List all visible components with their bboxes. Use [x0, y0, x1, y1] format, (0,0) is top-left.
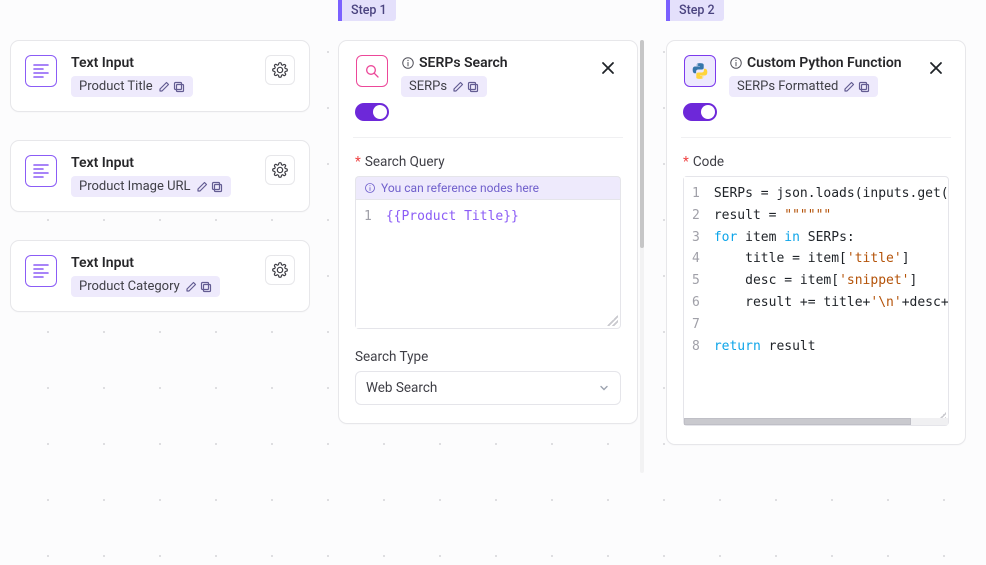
node-title: Text Input	[71, 55, 251, 71]
code-editor[interactable]: 12345678 SERPs = json.loads(inputs.get( …	[683, 176, 949, 426]
close-icon	[928, 60, 944, 76]
text-input-card-image-url[interactable]: Text Input Product Image URL	[10, 140, 310, 212]
node-title: Text Input	[71, 255, 251, 271]
scrollbar-thumb[interactable]	[684, 418, 911, 425]
close-icon	[600, 60, 616, 76]
copy-icon[interactable]	[200, 281, 212, 293]
horizontal-scrollbar[interactable]	[684, 418, 948, 425]
editor-hint: You can reference nodes here	[355, 176, 621, 199]
node-title: Custom Python Function	[729, 55, 911, 71]
field-label-code: *Code	[683, 154, 949, 170]
line-gutter: 1	[356, 200, 378, 328]
inputs-column: Text Input Product Title Text Input	[10, 0, 310, 473]
scrollbar-thumb[interactable]	[640, 40, 644, 248]
python-function-card[interactable]: Custom Python Function SERPs Formatted	[666, 40, 966, 445]
settings-button[interactable]	[265, 155, 295, 185]
step-tag: Step 1	[338, 0, 396, 21]
settings-button[interactable]	[265, 255, 295, 285]
chip-label: SERPs	[409, 79, 447, 94]
copy-icon[interactable]	[173, 81, 185, 93]
enable-toggle[interactable]	[683, 103, 717, 121]
node-title: SERPs Search	[401, 55, 583, 71]
resize-handle[interactable]	[607, 315, 618, 326]
search-query-editor[interactable]: 1 {{Product Title}}	[355, 199, 621, 329]
step2-column: Step 2 Custom Python Function	[666, 0, 966, 473]
variable-chip[interactable]: Product Category	[71, 276, 220, 297]
edit-icon[interactable]	[158, 81, 170, 93]
info-icon	[364, 182, 376, 194]
chip-label: SERPs Formatted	[737, 79, 838, 94]
copy-icon[interactable]	[858, 81, 870, 93]
edit-icon[interactable]	[843, 81, 855, 93]
gear-icon	[272, 62, 288, 78]
text-input-card-category[interactable]: Text Input Product Category	[10, 240, 310, 312]
enable-toggle[interactable]	[355, 103, 389, 121]
edit-icon[interactable]	[196, 181, 208, 193]
select-value: Web Search	[366, 380, 437, 396]
variable-chip[interactable]: Product Image URL	[71, 176, 231, 197]
divider	[353, 137, 623, 138]
text-align-icon	[25, 55, 57, 87]
gear-icon	[272, 162, 288, 178]
close-button[interactable]	[923, 55, 949, 81]
serps-search-card[interactable]: SERPs Search SERPs	[338, 40, 638, 424]
chevron-down-icon	[598, 382, 610, 394]
info-icon[interactable]	[729, 56, 743, 70]
scrollbar[interactable]	[640, 40, 644, 473]
gear-icon	[272, 262, 288, 278]
step1-column: Step 1 SERPs Search SERP	[338, 0, 638, 473]
node-title: Text Input	[71, 155, 251, 171]
output-chip[interactable]: SERPs Formatted	[729, 76, 878, 97]
close-button[interactable]	[595, 55, 621, 81]
edit-icon[interactable]	[452, 81, 464, 93]
output-chip[interactable]: SERPs	[401, 76, 487, 97]
chip-label: Product Category	[79, 279, 180, 294]
text-align-icon	[25, 155, 57, 187]
python-icon	[684, 55, 716, 87]
field-label-search-query: *Search Query	[355, 154, 621, 170]
search-type-select[interactable]: Web Search	[355, 371, 621, 405]
divider	[681, 137, 951, 138]
step-tag: Step 2	[666, 0, 724, 21]
variable-chip[interactable]: Product Title	[71, 76, 193, 97]
line-gutter: 12345678	[684, 177, 706, 425]
info-icon[interactable]	[401, 56, 415, 70]
search-icon	[356, 55, 388, 87]
field-label-search-type: Search Type	[355, 349, 621, 365]
settings-button[interactable]	[265, 55, 295, 85]
text-input-card-title[interactable]: Text Input Product Title	[10, 40, 310, 112]
edit-icon[interactable]	[185, 281, 197, 293]
copy-icon[interactable]	[467, 81, 479, 93]
text-align-icon	[25, 255, 57, 287]
code-content[interactable]: {{Product Title}}	[378, 200, 620, 328]
chip-label: Product Image URL	[79, 179, 191, 194]
copy-icon[interactable]	[211, 181, 223, 193]
code-content[interactable]: SERPs = json.loads(inputs.get( result = …	[706, 177, 948, 425]
chip-label: Product Title	[79, 79, 153, 94]
